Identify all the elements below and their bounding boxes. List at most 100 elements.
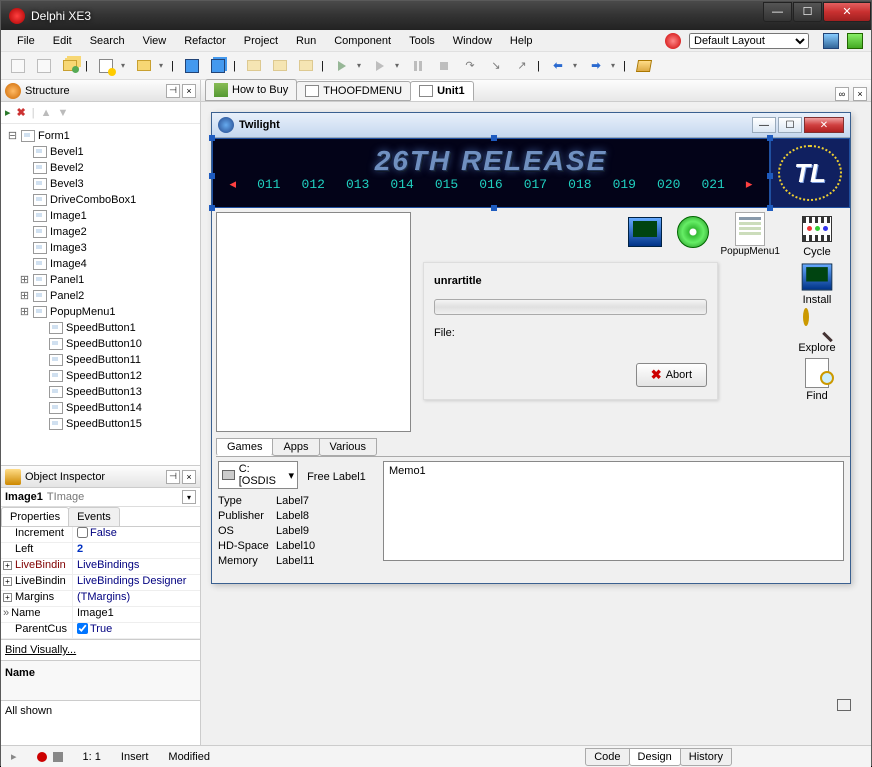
toolbar-icon-a[interactable]	[823, 33, 839, 49]
tree-item[interactable]: SpeedButton1	[66, 322, 136, 334]
menu-edit[interactable]: Edit	[45, 32, 80, 50]
tb-fwd[interactable]: ➡	[585, 55, 607, 77]
toolbar-icon-b[interactable]	[847, 33, 863, 49]
tb-saveall[interactable]	[207, 55, 229, 77]
tab-games[interactable]: Games	[216, 438, 273, 456]
tree-item[interactable]: Bevel2	[50, 162, 84, 174]
tb-stepin[interactable]: ↘	[485, 55, 507, 77]
form-designer[interactable]: Twilight — ☐ ✕ 26TH RELEASE	[201, 102, 871, 745]
tree-item[interactable]: PopupMenu1	[50, 306, 115, 318]
prop-value[interactable]: LiveBindings Designer	[73, 575, 200, 590]
chevron-down-icon[interactable]: ▾	[182, 490, 196, 504]
tb-save[interactable]	[181, 55, 203, 77]
structure-expand-icon[interactable]: ▸	[5, 106, 11, 119]
tabs-close-icon[interactable]: ×	[853, 87, 867, 101]
tree-item[interactable]: SpeedButton13	[66, 386, 142, 398]
tab-history[interactable]: History	[680, 748, 732, 766]
form-close-button[interactable]: ✕	[804, 117, 844, 133]
globe-icon[interactable]	[665, 33, 681, 49]
tabs-restore-icon[interactable]: ∞	[835, 87, 849, 101]
tree-item[interactable]: Image4	[50, 258, 87, 270]
tb-run-nopause[interactable]	[369, 55, 391, 77]
structure-tree[interactable]: ⊟Form1 Bevel1 Bevel2 Bevel3 DriveComboBo…	[1, 124, 200, 465]
tb-back[interactable]: ⬅	[547, 55, 569, 77]
minimize-button[interactable]: —	[763, 2, 792, 22]
bind-visually-link[interactable]: Bind Visually...	[1, 639, 200, 660]
maximize-button[interactable]: ☐	[793, 2, 822, 22]
tb-folders[interactable]	[59, 55, 81, 77]
menu-search[interactable]: Search	[82, 32, 133, 50]
menu-help[interactable]: Help	[502, 32, 541, 50]
tab-code[interactable]: Code	[585, 748, 629, 766]
tb-fwd-drop[interactable]: ▾	[611, 55, 619, 77]
logo-image[interactable]: TL	[770, 138, 850, 208]
tb-stop[interactable]	[433, 55, 455, 77]
expand-icon[interactable]: +	[3, 561, 12, 570]
prop-value[interactable]: Image1	[73, 607, 200, 622]
computer-button[interactable]	[625, 212, 665, 252]
menu-run[interactable]: Run	[288, 32, 324, 50]
close-button[interactable]: ✕	[823, 2, 871, 22]
menu-project[interactable]: Project	[236, 32, 286, 50]
listbox[interactable]	[216, 212, 411, 432]
cd-button[interactable]	[673, 212, 713, 252]
tb-run[interactable]	[331, 55, 353, 77]
expand-icon[interactable]: +	[3, 593, 12, 602]
prop-value[interactable]: True	[73, 623, 200, 638]
tb-g3[interactable]	[295, 55, 317, 77]
stop-icon[interactable]	[53, 752, 63, 762]
tab-design[interactable]: Design	[629, 748, 681, 766]
tb-new2[interactable]	[33, 55, 55, 77]
explore-button[interactable]: Explore	[798, 308, 836, 354]
tree-root[interactable]: Form1	[38, 130, 70, 142]
tb-open[interactable]	[133, 55, 155, 77]
tb-new[interactable]	[7, 55, 29, 77]
tree-item[interactable]: Panel2	[50, 290, 84, 302]
tab-how-to-buy[interactable]: How to Buy	[205, 79, 297, 101]
tree-item[interactable]: Image1	[50, 210, 87, 222]
install-button[interactable]: Install	[798, 260, 836, 306]
structure-down-icon[interactable]: ▼	[58, 107, 69, 119]
tb-new-item-drop[interactable]: ▾	[121, 55, 129, 77]
tree-item[interactable]: SpeedButton11	[66, 354, 141, 366]
abort-button[interactable]: ✖Abort	[636, 363, 707, 387]
form-minimize-button[interactable]: —	[752, 117, 776, 133]
prop-value[interactable]: 2	[73, 543, 200, 558]
tab-apps[interactable]: Apps	[272, 438, 319, 456]
tree-item[interactable]: Bevel1	[50, 146, 84, 158]
tb-pause[interactable]	[407, 55, 429, 77]
record-icon[interactable]	[37, 752, 47, 762]
tab-properties[interactable]: Properties	[1, 507, 69, 526]
tb-new-item[interactable]	[95, 55, 117, 77]
tree-item[interactable]: Panel1	[50, 274, 84, 286]
chevron-down-icon[interactable]: ▾	[288, 469, 294, 482]
tree-item[interactable]: SpeedButton12	[66, 370, 142, 382]
tab-events[interactable]: Events	[68, 507, 120, 526]
menu-window[interactable]: Window	[445, 32, 500, 50]
form-maximize-button[interactable]: ☐	[778, 117, 802, 133]
tb-run-nopause-drop[interactable]: ▾	[395, 55, 403, 77]
property-grid[interactable]: IncrementFalse Left2 +LiveBindinLiveBind…	[1, 527, 200, 639]
tab-various[interactable]: Various	[319, 438, 377, 456]
tree-item[interactable]: Bevel3	[50, 178, 84, 190]
tb-help[interactable]	[633, 55, 655, 77]
tab-unit1[interactable]: Unit1	[410, 81, 474, 101]
tree-item[interactable]: Image3	[50, 242, 87, 254]
menu-file[interactable]: File	[9, 32, 43, 50]
menu-tools[interactable]: Tools	[401, 32, 443, 50]
memo-field[interactable]: Memo1	[383, 461, 844, 561]
selection-handles[interactable]	[209, 135, 773, 211]
structure-up-icon[interactable]: ▲	[41, 107, 52, 119]
prop-value[interactable]: False	[73, 527, 200, 542]
menu-refactor[interactable]: Refactor	[176, 32, 234, 50]
inspector-object-combo[interactable]: Image1 TImage ▾	[1, 488, 200, 507]
inspector-close-icon[interactable]: ×	[182, 470, 196, 484]
tree-item[interactable]: SpeedButton15	[66, 418, 142, 430]
design-form[interactable]: Twilight — ☐ ✕ 26TH RELEASE	[211, 112, 851, 584]
inspector-pin-icon[interactable]: ⊣	[166, 470, 180, 484]
tb-stepout[interactable]: ↗	[511, 55, 533, 77]
tree-item[interactable]: DriveComboBox1	[50, 194, 136, 206]
tree-item[interactable]: SpeedButton10	[66, 338, 142, 350]
structure-delete-icon[interactable]: ✖	[17, 106, 26, 119]
tb-open-drop[interactable]: ▾	[159, 55, 167, 77]
